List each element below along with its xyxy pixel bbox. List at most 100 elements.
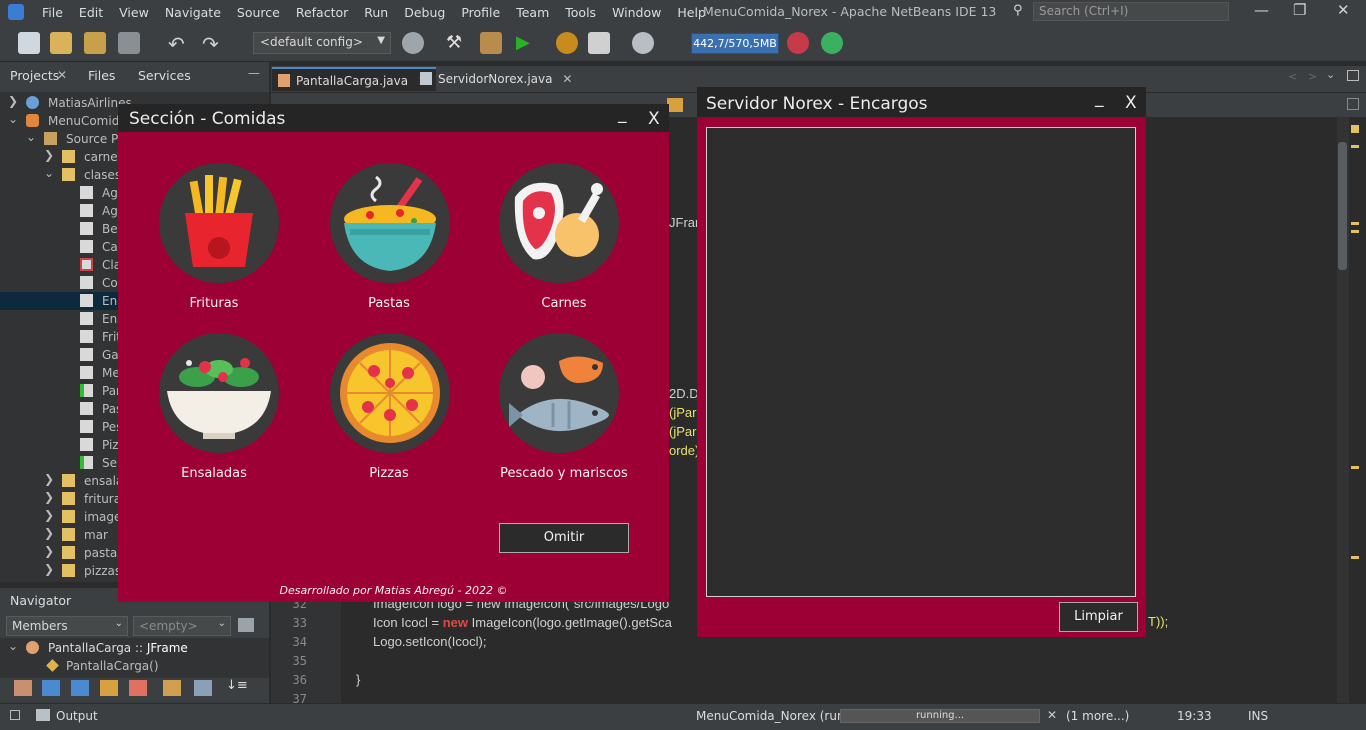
tab-files[interactable]: Files (88, 68, 115, 83)
tab-servidornorex[interactable]: ServidorNorex.java ✕ (414, 67, 580, 91)
search-input[interactable]: Search (Ctrl+I) (1033, 2, 1229, 21)
save-all-icon[interactable] (118, 32, 140, 54)
restore-window-icon[interactable]: ❐ (1293, 1, 1306, 19)
run-icon[interactable]: ▶ (516, 32, 538, 54)
limpiar-button[interactable]: Limpiar (1059, 602, 1138, 632)
filter-select[interactable]: <empty> ⌄ (133, 616, 231, 636)
encargos-textarea[interactable] (706, 127, 1136, 597)
chevron-down-icon[interactable]: ⌄ (26, 130, 36, 144)
members-select[interactable]: Members ⌄ (6, 616, 128, 636)
expand-all-icon[interactable] (163, 680, 181, 696)
maximize-editor-icon[interactable] (1347, 70, 1359, 81)
debug-icon[interactable] (556, 32, 578, 54)
chevron-right-icon[interactable]: ❯ (44, 526, 54, 540)
hide-fields-icon[interactable] (42, 680, 60, 696)
menu-refactor[interactable]: Refactor (288, 5, 356, 20)
chevron-right-icon[interactable]: ❯ (44, 508, 54, 522)
output-tab[interactable]: Output (56, 709, 98, 723)
chevron-right-icon[interactable]: ❯ (8, 94, 18, 108)
ensaladas-button[interactable] (159, 333, 279, 453)
warning-marker-icon[interactable] (1351, 556, 1359, 559)
attach-debugger-icon[interactable] (632, 32, 654, 54)
menu-team[interactable]: Team (508, 5, 557, 20)
chevron-down-icon[interactable]: ⌄ (8, 112, 18, 126)
menu-profile[interactable]: Profile (453, 5, 508, 20)
menu-debug[interactable]: Debug (396, 5, 453, 20)
open-project-icon[interactable] (84, 32, 106, 54)
menu-source[interactable]: Source (229, 5, 288, 20)
minimize-panel-icon[interactable]: — (248, 66, 260, 80)
more-tasks-link[interactable]: (1 more...) (1066, 709, 1129, 723)
minimize-window-icon[interactable]: — (1254, 1, 1269, 19)
warning-marker-icon[interactable] (1351, 222, 1359, 225)
split-editor-icon[interactable] (1347, 98, 1359, 110)
menu-view[interactable]: View (111, 5, 157, 20)
redo-icon[interactable]: ↷ (202, 32, 224, 56)
close-tab-icon[interactable]: ✕ (57, 68, 67, 82)
profile-snapshot-icon[interactable] (821, 32, 843, 54)
scrollbar-thumb[interactable] (1338, 142, 1347, 270)
undo-icon[interactable]: ↶ (168, 32, 190, 56)
warning-marker-icon[interactable] (1351, 466, 1359, 469)
menu-run[interactable]: Run (356, 5, 396, 20)
menu-window[interactable]: Window (604, 5, 669, 20)
memory-usage-bar[interactable]: 442,7/570,5MB (691, 33, 779, 54)
pescado-mariscos-button[interactable] (499, 333, 619, 453)
new-file-icon[interactable] (18, 32, 40, 54)
menu-tools[interactable]: Tools (557, 5, 604, 20)
navigator-options-icon[interactable] (238, 618, 254, 632)
chevron-down-icon[interactable]: ⌄ (1326, 68, 1335, 81)
chevron-down-icon[interactable]: ⌄ (44, 166, 54, 180)
chevron-right-icon[interactable]: ❯ (44, 562, 54, 576)
menu-navigate[interactable]: Navigate (157, 5, 229, 20)
navigator-title[interactable]: Navigator (10, 593, 71, 608)
code-fragment: (jPar (669, 405, 697, 420)
seccion-minimize-button[interactable]: _ (618, 104, 627, 124)
new-project-icon[interactable] (50, 32, 72, 54)
pizzas-button[interactable] (330, 333, 450, 453)
hide-static-icon[interactable] (71, 680, 89, 696)
scroll-tabs-right-icon[interactable]: > (1308, 70, 1317, 83)
build-icon[interactable]: ⚒ (446, 32, 468, 54)
pastas-button[interactable] (330, 163, 450, 283)
servidor-minimize-button[interactable]: _ (1095, 88, 1104, 108)
restore-panel-icon[interactable] (10, 710, 20, 720)
seccion-close-button[interactable]: X (648, 109, 660, 129)
globe-icon[interactable] (402, 32, 424, 54)
chevron-right-icon[interactable]: ❯ (44, 472, 54, 486)
chevron-right-icon[interactable]: ❯ (44, 544, 54, 558)
tab-pantallacarga[interactable]: PantallaCarga.java ✕ (272, 67, 437, 91)
tab-projects[interactable]: Projects (10, 68, 59, 83)
scroll-tabs-left-icon[interactable]: < (1288, 70, 1297, 83)
package-icon (62, 528, 75, 541)
omitir-button[interactable]: Omitir (499, 523, 629, 553)
chevron-right-icon[interactable]: ❯ (44, 490, 54, 504)
profile-icon[interactable] (588, 32, 610, 54)
menu-file[interactable]: File (34, 5, 71, 20)
tab-services[interactable]: Services (138, 68, 191, 83)
navigator-constructor-row[interactable]: PantallaCarga() (0, 657, 269, 675)
frituras-button[interactable] (159, 163, 279, 283)
navigator-class-row[interactable]: ⌄ PantallaCarga :: JFrame (0, 639, 269, 657)
hide-nonpublic-icon[interactable] (100, 680, 118, 696)
warning-marker-icon[interactable] (1351, 230, 1359, 233)
clean-build-icon[interactable] (480, 32, 502, 54)
gc-icon[interactable] (787, 32, 809, 54)
cancel-task-icon[interactable]: ✕ (1047, 708, 1057, 722)
close-tab-icon[interactable]: ✕ (562, 72, 572, 86)
warning-marker-icon[interactable] (1351, 145, 1359, 148)
toggle-bookmark-icon[interactable] (667, 98, 683, 112)
chevron-down-icon[interactable]: ⌄ (8, 639, 18, 653)
carnes-button[interactable] (499, 163, 619, 283)
close-window-icon[interactable]: ✕ (1337, 1, 1350, 19)
warning-marker-icon[interactable] (1351, 125, 1359, 133)
chevron-right-icon[interactable]: ❯ (44, 148, 54, 162)
java-file-icon (80, 204, 93, 217)
config-select[interactable]: <default config> ▼ (253, 32, 391, 54)
sort-name-icon[interactable] (194, 680, 212, 696)
servidor-close-button[interactable]: X (1125, 93, 1137, 113)
show-inherited-icon[interactable] (14, 680, 32, 696)
menu-edit[interactable]: Edit (71, 5, 111, 20)
fqn-icon[interactable] (129, 680, 147, 696)
sort-source-icon[interactable]: ↓≡ (226, 678, 248, 693)
